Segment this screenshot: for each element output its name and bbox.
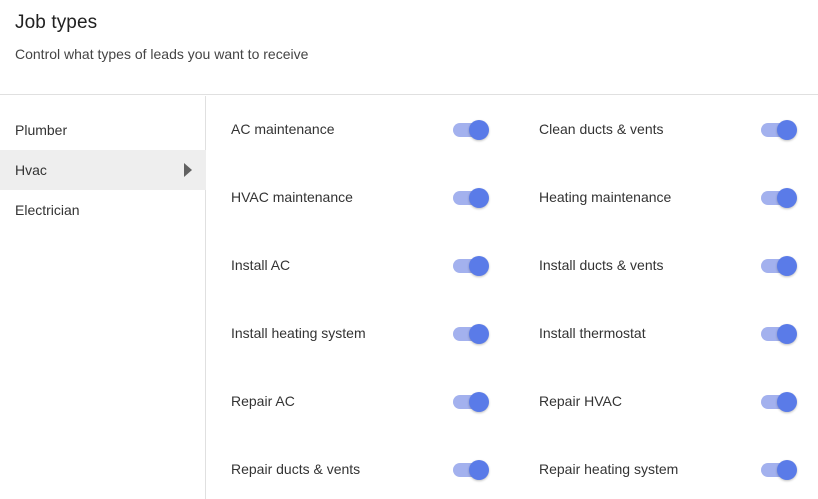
job-toggle[interactable] bbox=[451, 455, 491, 485]
job-label: Install heating system bbox=[231, 325, 366, 341]
job-toggle[interactable] bbox=[451, 387, 491, 417]
job-toggle[interactable] bbox=[451, 183, 491, 213]
job-toggle[interactable] bbox=[451, 115, 491, 145]
page-title: Job types bbox=[15, 12, 98, 33]
job-label: Repair ducts & vents bbox=[231, 461, 361, 477]
job-label: Repair heating system bbox=[539, 461, 679, 477]
caret-right-icon bbox=[184, 163, 192, 177]
job-toggle[interactable] bbox=[759, 183, 799, 213]
job-row: Repair AC bbox=[231, 387, 493, 417]
job-row: Repair ducts & vents bbox=[231, 455, 493, 485]
job-label: Install ducts & vents bbox=[539, 257, 664, 273]
job-toggle[interactable] bbox=[451, 251, 491, 281]
job-label: Repair AC bbox=[231, 393, 295, 409]
job-row: Clean ducts & vents bbox=[539, 115, 801, 145]
job-row: HVAC maintenance bbox=[231, 183, 493, 213]
job-row: Repair heating system bbox=[539, 455, 801, 485]
job-row: Heating maintenance bbox=[539, 183, 801, 213]
job-toggle[interactable] bbox=[451, 319, 491, 349]
job-toggle[interactable] bbox=[759, 115, 799, 145]
job-toggle[interactable] bbox=[759, 251, 799, 281]
sidebar-item-label: Electrician bbox=[15, 202, 80, 218]
job-row: Install AC bbox=[231, 251, 493, 281]
job-row: Install ducts & vents bbox=[539, 251, 801, 281]
job-label: AC maintenance bbox=[231, 121, 335, 137]
sidebar-item-label: Plumber bbox=[15, 122, 68, 138]
page-header: Job types Control what types of leads yo… bbox=[0, 0, 818, 95]
sidebar-item-hvac[interactable]: Hvac bbox=[0, 150, 206, 190]
sidebar-item-plumber[interactable]: Plumber bbox=[0, 110, 206, 150]
job-row: Install thermostat bbox=[539, 319, 801, 349]
page-subtitle: Control what types of leads you want to … bbox=[15, 46, 309, 62]
job-toggle[interactable] bbox=[759, 387, 799, 417]
job-row: AC maintenance bbox=[231, 115, 493, 145]
job-label: Install AC bbox=[231, 257, 291, 273]
job-label: Clean ducts & vents bbox=[539, 121, 664, 137]
job-toggle[interactable] bbox=[759, 455, 799, 485]
job-row: Install heating system bbox=[231, 319, 493, 349]
job-label: Heating maintenance bbox=[539, 189, 672, 205]
trade-sidebar: Plumber Hvac Electrician bbox=[0, 96, 206, 499]
job-label: Repair HVAC bbox=[539, 393, 622, 409]
sidebar-item-label: Hvac bbox=[15, 162, 47, 178]
job-toggle[interactable] bbox=[759, 319, 799, 349]
job-label: HVAC maintenance bbox=[231, 189, 353, 205]
job-row: Repair HVAC bbox=[539, 387, 801, 417]
sidebar-item-electrician[interactable]: Electrician bbox=[0, 190, 206, 230]
job-label: Install thermostat bbox=[539, 325, 646, 341]
